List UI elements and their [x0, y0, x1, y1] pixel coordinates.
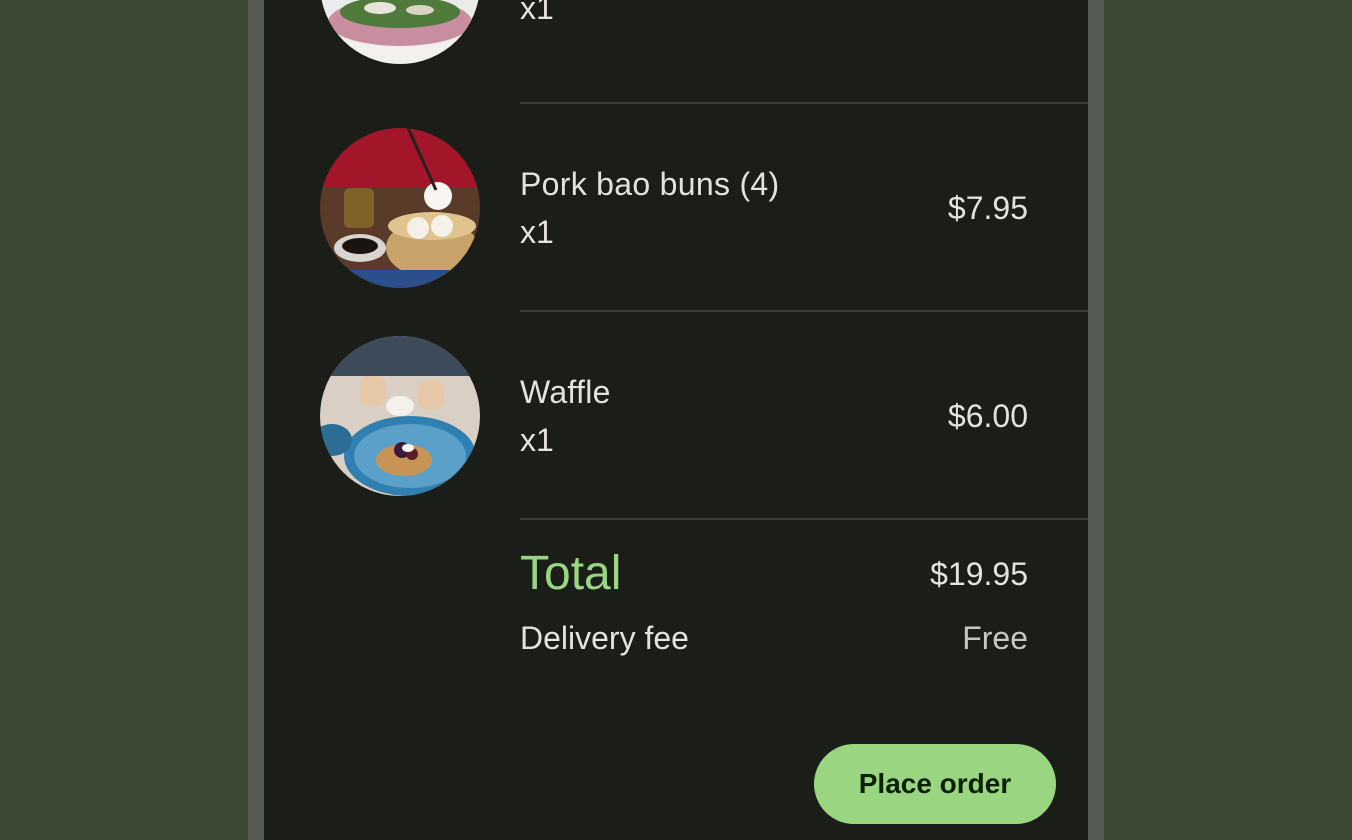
cart-item: x1: [264, 0, 1088, 88]
item-name: Waffle: [520, 374, 611, 410]
divider: [520, 518, 1088, 520]
item-price: $6.00: [947, 398, 1028, 434]
cart-item: Waffle x1 $6.00: [264, 312, 1088, 520]
item-name: Pork bao buns (4): [520, 166, 780, 202]
delivery-fee-value: Free: [962, 620, 1028, 656]
total-label: Total: [520, 547, 622, 600]
salad-bowl-image: [320, 0, 480, 64]
delivery-fee-label: Delivery fee: [520, 620, 689, 656]
total-value: $19.95: [930, 556, 1028, 592]
item-quantity: x1: [520, 0, 554, 26]
pork-bao-buns-image: [320, 128, 480, 288]
item-quantity: x1: [520, 214, 554, 250]
cart-item: Pork bao buns (4) x1 $7.95: [264, 104, 1088, 312]
place-order-button[interactable]: Place order: [814, 744, 1056, 824]
item-price: $7.95: [947, 190, 1028, 226]
waffle-image: [320, 336, 480, 496]
item-quantity: x1: [520, 422, 554, 458]
